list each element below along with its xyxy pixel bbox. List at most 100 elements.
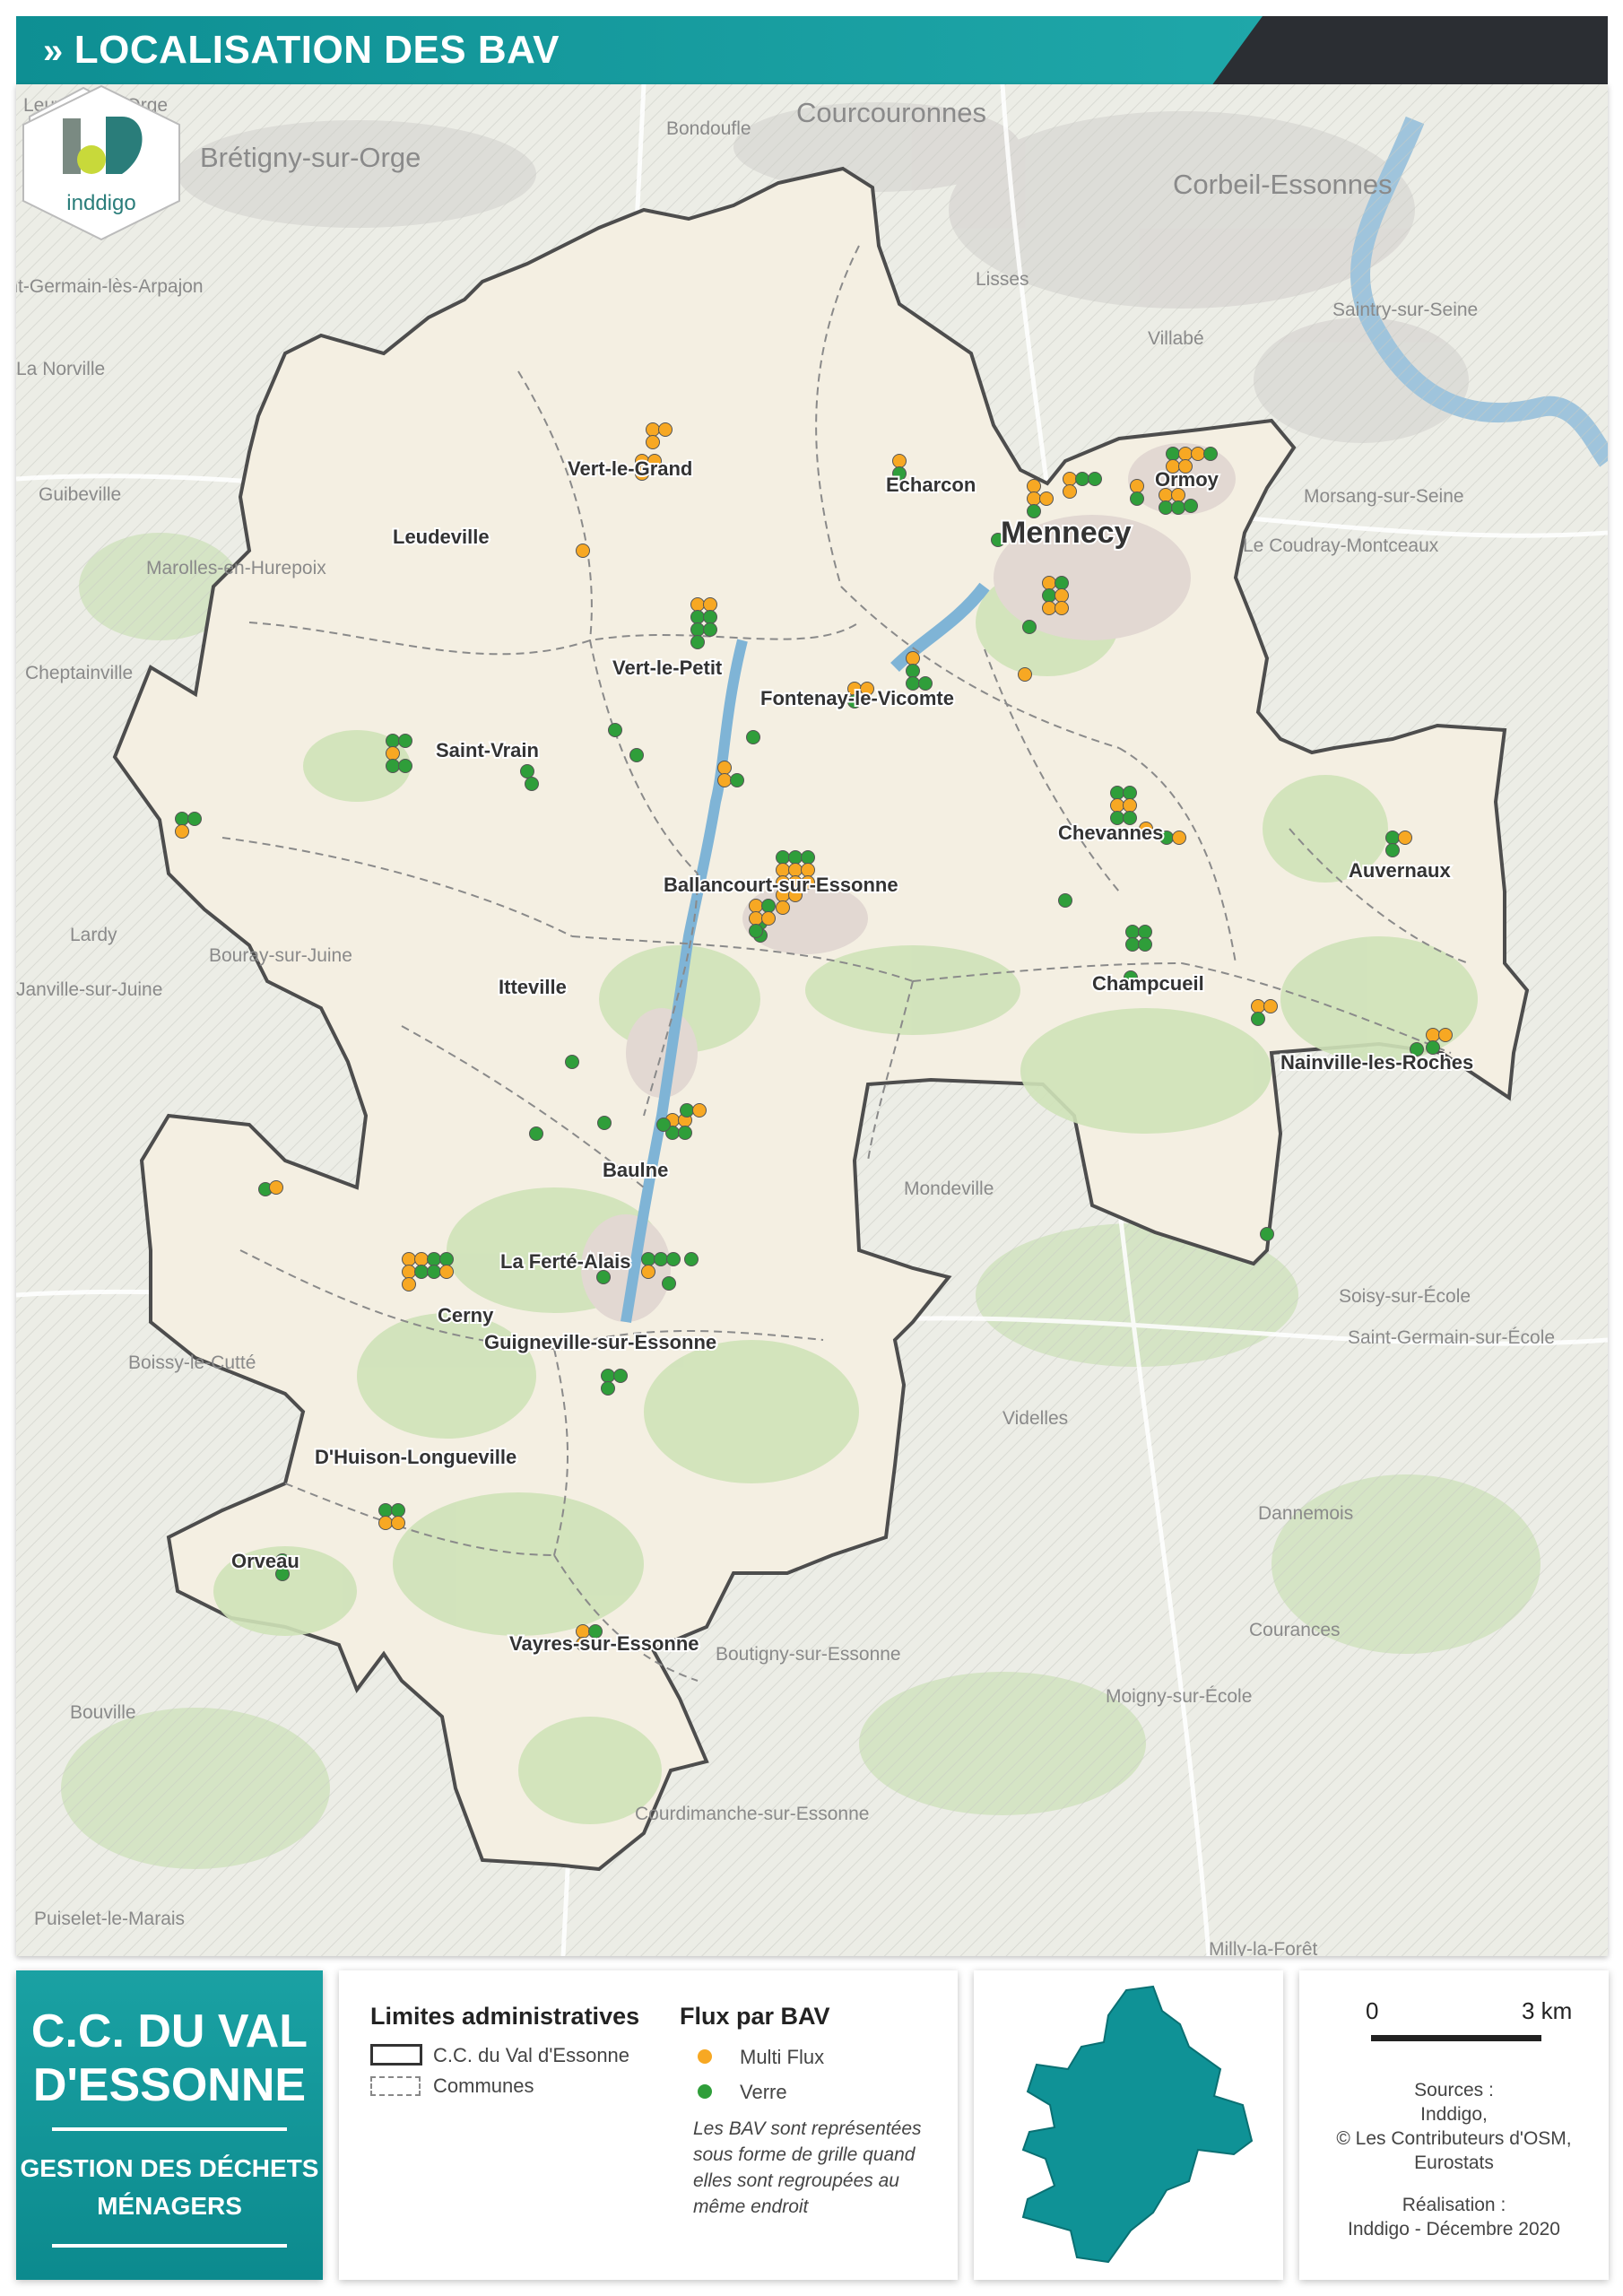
bav-multi-flux-point[interactable] [717, 761, 732, 775]
bav-verre-point[interactable] [629, 748, 644, 762]
bav-multi-flux-point[interactable] [439, 1265, 454, 1279]
bav-multi-flux-point[interactable] [402, 1277, 416, 1292]
bav-multi-flux-point[interactable] [1055, 588, 1069, 603]
bav-verre-point[interactable] [1251, 1012, 1265, 1026]
bav-verre-point[interactable] [1042, 588, 1056, 603]
bav-verre-point[interactable] [1159, 500, 1173, 515]
bav-multi-flux-point[interactable] [749, 911, 763, 926]
bav-verre-point[interactable] [1123, 786, 1137, 800]
bav-verre-point[interactable] [601, 1381, 615, 1396]
bav-multi-flux-point[interactable] [761, 911, 776, 926]
bav-verre-point[interactable] [1125, 937, 1140, 952]
bav-verre-point[interactable] [520, 764, 534, 778]
bav-multi-flux-point[interactable] [641, 1265, 655, 1279]
bav-multi-flux-point[interactable] [1027, 479, 1041, 493]
bav-verre-point[interactable] [761, 899, 776, 913]
bav-verre-point[interactable] [613, 1369, 628, 1383]
bav-verre-point[interactable] [1125, 925, 1140, 939]
bav-multi-flux-point[interactable] [1042, 601, 1056, 615]
bav-verre-point[interactable] [597, 1116, 612, 1130]
bav-verre-point[interactable] [788, 850, 803, 865]
bav-verre-point[interactable] [386, 759, 400, 773]
bav-verre-point[interactable] [1058, 893, 1072, 908]
bav-multi-flux-point[interactable] [1172, 831, 1186, 845]
bav-multi-flux-point[interactable] [692, 1103, 707, 1118]
bav-verre-point[interactable] [1166, 447, 1180, 461]
bav-multi-flux-point[interactable] [1123, 798, 1137, 813]
bav-verre-point[interactable] [565, 1055, 579, 1069]
bav-verre-point[interactable] [1088, 472, 1102, 486]
bav-verre-point[interactable] [703, 610, 717, 624]
bav-multi-flux-point[interactable] [646, 422, 660, 437]
bav-multi-flux-point[interactable] [749, 899, 763, 913]
bav-multi-flux-point[interactable] [1178, 447, 1193, 461]
bav-verre-point[interactable] [690, 635, 705, 649]
bav-multi-flux-point[interactable] [776, 900, 790, 915]
bav-verre-point[interactable] [730, 773, 744, 787]
bav-verre-point[interactable] [776, 850, 790, 865]
bav-verre-point[interactable] [1075, 472, 1089, 486]
bav-verre-point[interactable] [906, 664, 920, 678]
bav-verre-point[interactable] [601, 1369, 615, 1383]
bav-verre-point[interactable] [684, 1252, 699, 1266]
bav-multi-flux-point[interactable] [1055, 601, 1069, 615]
bav-verre-point[interactable] [1055, 576, 1069, 590]
bav-multi-flux-point[interactable] [1438, 1028, 1453, 1042]
bav-verre-point[interactable] [666, 1252, 681, 1266]
bav-multi-flux-point[interactable] [646, 435, 660, 449]
bav-verre-point[interactable] [1203, 447, 1218, 461]
bav-verre-point[interactable] [427, 1252, 441, 1266]
bav-verre-point[interactable] [414, 1265, 429, 1279]
bav-multi-flux-point[interactable] [1042, 576, 1056, 590]
bav-multi-flux-point[interactable] [1039, 491, 1054, 506]
bav-multi-flux-point[interactable] [1018, 667, 1032, 682]
bav-multi-flux-point[interactable] [391, 1516, 405, 1530]
bav-multi-flux-point[interactable] [892, 454, 907, 468]
bav-verre-point[interactable] [1110, 786, 1124, 800]
bav-multi-flux-point[interactable] [1130, 479, 1144, 493]
bav-multi-flux-point[interactable] [1027, 491, 1041, 506]
bav-multi-flux-point[interactable] [690, 597, 705, 612]
bav-multi-flux-point[interactable] [1426, 1028, 1440, 1042]
bav-multi-flux-point[interactable] [576, 544, 590, 558]
bav-verre-point[interactable] [187, 812, 202, 826]
map[interactable]: Leuville-sur-Orge Bondoufle Courcouronne… [16, 84, 1608, 1956]
bav-verre-point[interactable] [608, 723, 622, 737]
bav-verre-point[interactable] [641, 1252, 655, 1266]
bav-verre-point[interactable] [398, 734, 412, 748]
bav-multi-flux-point[interactable] [175, 824, 189, 839]
bav-verre-point[interactable] [1022, 620, 1037, 634]
bav-multi-flux-point[interactable] [1263, 999, 1278, 1013]
bav-multi-flux-point[interactable] [1251, 999, 1265, 1013]
bav-multi-flux-point[interactable] [269, 1180, 283, 1195]
bav-multi-flux-point[interactable] [1110, 798, 1124, 813]
bav-verre-point[interactable] [680, 1103, 694, 1118]
bav-verre-point[interactable] [654, 1252, 668, 1266]
bav-verre-point[interactable] [749, 924, 763, 938]
bav-multi-flux-point[interactable] [1063, 472, 1077, 486]
bav-verre-point[interactable] [662, 1276, 676, 1291]
bav-verre-point[interactable] [1385, 843, 1400, 857]
bav-verre-point[interactable] [703, 622, 717, 637]
bav-verre-point[interactable] [1138, 937, 1152, 952]
bav-verre-point[interactable] [427, 1265, 441, 1279]
bav-verre-point[interactable] [386, 734, 400, 748]
bav-verre-point[interactable] [678, 1126, 692, 1140]
bav-verre-point[interactable] [1260, 1227, 1274, 1241]
bav-verre-point[interactable] [656, 1118, 671, 1132]
bav-multi-flux-point[interactable] [906, 651, 920, 665]
bav-multi-flux-point[interactable] [658, 422, 673, 437]
bav-verre-point[interactable] [391, 1503, 405, 1518]
bav-multi-flux-point[interactable] [386, 746, 400, 761]
bav-multi-flux-point[interactable] [1191, 447, 1205, 461]
bav-verre-point[interactable] [746, 730, 760, 744]
bav-verre-point[interactable] [801, 850, 815, 865]
bav-verre-point[interactable] [175, 812, 189, 826]
bav-verre-point[interactable] [1385, 831, 1400, 845]
bav-verre-point[interactable] [525, 777, 539, 791]
bav-multi-flux-point[interactable] [1063, 484, 1077, 499]
bav-verre-point[interactable] [690, 610, 705, 624]
bav-multi-flux-point[interactable] [378, 1516, 393, 1530]
bav-multi-flux-point[interactable] [1398, 831, 1412, 845]
bav-multi-flux-point[interactable] [414, 1252, 429, 1266]
